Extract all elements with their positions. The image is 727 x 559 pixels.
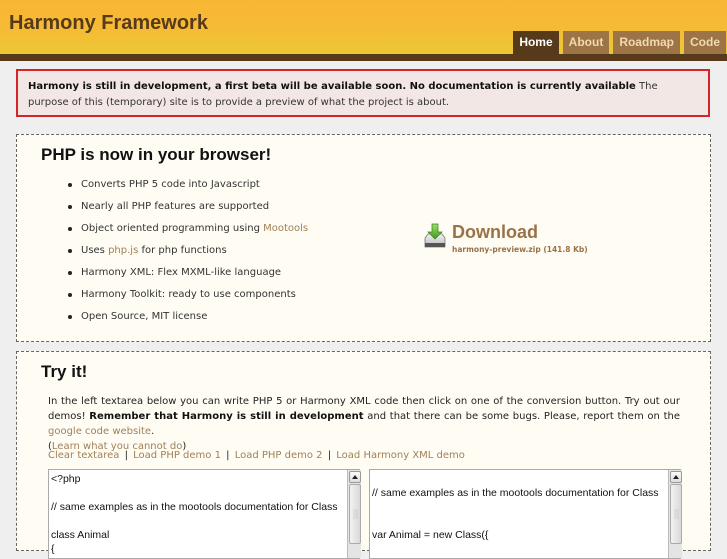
feature-item: Nearly all PHP features are supported (65, 200, 308, 222)
mootools-link[interactable]: Mootools (263, 223, 308, 234)
site-title[interactable]: Harmony Framework (9, 12, 208, 35)
load-php-demo-1-link[interactable]: Load PHP demo 1 (133, 450, 221, 461)
load-harmony-xml-demo-link[interactable]: Load Harmony XML demo (336, 450, 465, 461)
feature-list: Converts PHP 5 code into Javascript Near… (65, 178, 308, 332)
feature-item: Object oriented programming using Mootoo… (65, 222, 308, 244)
google-code-link[interactable]: google code website (48, 426, 151, 437)
nav-home[interactable]: Home (513, 31, 559, 54)
download-file-info: harmony-preview.zip (141.8 Kb) (452, 245, 588, 254)
scroll-up-arrow-icon[interactable] (349, 471, 361, 483)
download-drive-icon[interactable] (421, 223, 449, 251)
scroll-thumb[interactable] (349, 484, 361, 544)
notice-bold: Harmony is still in development, a first… (28, 81, 636, 92)
try-intro: In the left textarea below you can write… (48, 396, 680, 452)
feature-item: Converts PHP 5 code into Javascript (65, 178, 308, 200)
feature-item: Uses php.js for php functions (65, 244, 308, 266)
feature-item: Harmony XML: Flex MXML-like language (65, 266, 308, 288)
scroll-up-arrow-icon[interactable] (670, 471, 682, 483)
header-bar (0, 54, 727, 61)
nav-about[interactable]: About (562, 31, 610, 54)
feature-item: Harmony Toolkit: ready to use components (65, 288, 308, 310)
js-output-textarea[interactable]: // same examples as in the mootools docu… (369, 469, 682, 559)
separator: | (327, 450, 332, 461)
js-code[interactable]: // same examples as in the mootools docu… (372, 472, 662, 542)
scroll-thumb[interactable] (670, 484, 682, 544)
phpjs-link[interactable]: php.js (108, 245, 138, 256)
php-input-textarea[interactable]: <?php // same examples as in the mootool… (48, 469, 361, 559)
header: Harmony Framework Home About Roadmap Cod… (0, 0, 727, 54)
download-title[interactable]: Download (452, 222, 538, 243)
demo-links: Clear textarea | Load PHP demo 1 | Load … (48, 450, 465, 461)
main-nav: Home About Roadmap Code (513, 31, 727, 54)
nav-code[interactable]: Code (684, 31, 726, 54)
features-panel: PHP is now in your browser! Converts PHP… (16, 134, 711, 342)
load-php-demo-2-link[interactable]: Load PHP demo 2 (235, 450, 323, 461)
separator: | (226, 450, 230, 461)
development-notice: Harmony is still in development, a first… (16, 69, 710, 117)
clear-textarea-link[interactable]: Clear textarea (48, 450, 119, 461)
nav-roadmap[interactable]: Roadmap (613, 31, 680, 54)
try-it-panel: Try it! In the left textarea below you c… (16, 351, 711, 559)
download-link[interactable]: Download harmony-preview.zip (141.8 Kb) (421, 220, 621, 260)
separator: | (124, 450, 128, 461)
try-title: Try it! (41, 362, 88, 381)
php-code[interactable]: <?php // same examples as in the mootool… (51, 472, 341, 556)
feature-item: Open Source, MIT license (65, 310, 308, 332)
features-title: PHP is now in your browser! (41, 145, 272, 164)
